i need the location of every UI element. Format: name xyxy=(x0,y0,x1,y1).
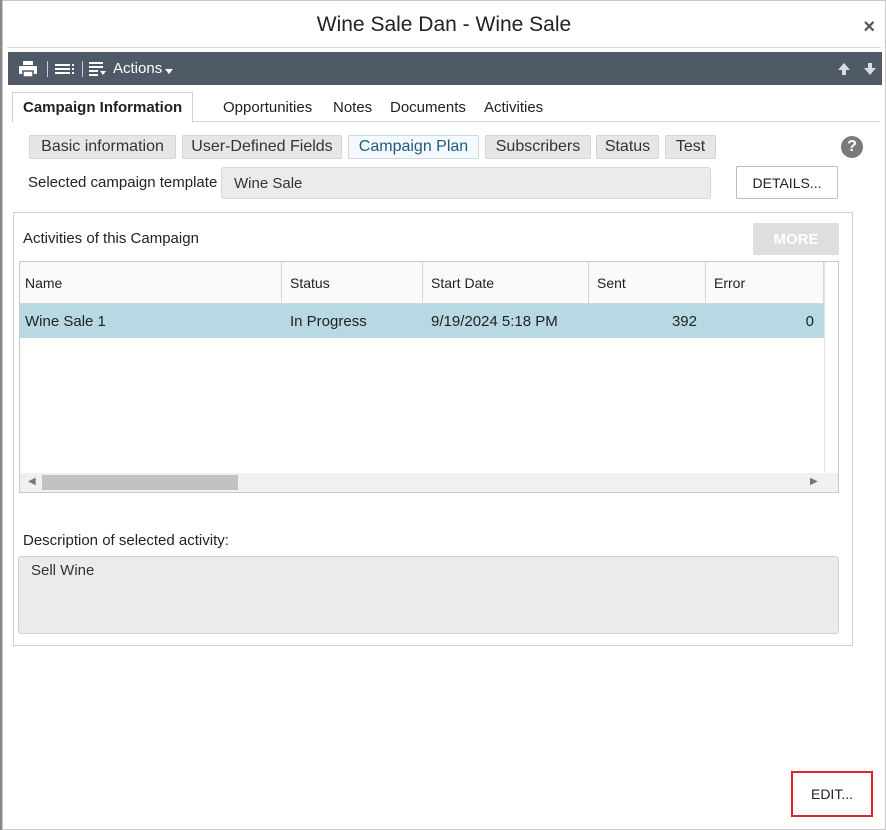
actions-list-icon xyxy=(89,61,106,76)
actions-menu-button[interactable]: Actions xyxy=(89,52,181,85)
cell-name: Wine Sale 1 xyxy=(25,312,106,330)
grid-header: Name Status Start Date Sent Error xyxy=(20,262,824,304)
subtab-basic-information[interactable]: Basic information xyxy=(29,135,176,159)
description-field: Sell Wine xyxy=(18,556,839,634)
scrollbar-thumb[interactable] xyxy=(42,475,238,490)
tab-activities[interactable]: Activities xyxy=(484,92,543,122)
cell-status: In Progress xyxy=(290,312,367,330)
dialog-title: Wine Sale Dan - Wine Sale xyxy=(316,13,572,36)
close-icon[interactable]: × xyxy=(863,17,875,37)
column-header-name[interactable]: Name xyxy=(20,262,282,303)
campaign-template-field: Wine Sale xyxy=(221,167,711,199)
tab-notes[interactable]: Notes xyxy=(333,92,372,122)
column-header-status[interactable]: Status xyxy=(282,262,423,303)
vertical-scrollbar[interactable] xyxy=(824,262,838,473)
details-button[interactable]: DETAILS... xyxy=(736,166,838,199)
cell-start-date: 9/19/2024 5:18 PM xyxy=(431,312,558,330)
subtab-status[interactable]: Status xyxy=(596,135,659,159)
description-label: Description of selected activity: xyxy=(23,532,229,549)
campaign-dialog: Wine Sale Dan - Wine Sale × Actions Camp… xyxy=(2,0,886,830)
scroll-right-icon[interactable]: ▶ xyxy=(810,476,818,487)
subtab-campaign-plan[interactable]: Campaign Plan xyxy=(348,135,479,159)
toolbar-separator xyxy=(47,61,48,77)
column-header-error[interactable]: Error xyxy=(706,262,824,303)
cell-error: 0 xyxy=(805,312,814,330)
toolbar: Actions xyxy=(8,52,882,85)
help-icon[interactable]: ? xyxy=(841,136,863,158)
tab-opportunities[interactable]: Opportunities xyxy=(223,92,312,122)
tab-campaign-information[interactable]: Campaign Information xyxy=(12,92,194,123)
subtab-test[interactable]: Test xyxy=(665,135,716,159)
printer-icon xyxy=(19,60,37,78)
main-tabs: Campaign Information Opportunities Notes… xyxy=(12,92,880,123)
chevron-down-icon xyxy=(165,68,174,74)
tab-documents[interactable]: Documents xyxy=(390,92,466,122)
subtab-user-defined-fields[interactable]: User-Defined Fields xyxy=(182,135,342,159)
cell-sent: 392 xyxy=(671,312,697,330)
subtab-subscribers[interactable]: Subscribers xyxy=(485,135,591,159)
column-header-sent[interactable]: Sent xyxy=(589,262,706,303)
move-up-button[interactable] xyxy=(834,52,854,85)
arrow-down-icon xyxy=(864,62,876,75)
more-button[interactable]: MORE xyxy=(753,223,839,255)
column-header-start-date[interactable]: Start Date xyxy=(423,262,589,303)
move-down-button[interactable] xyxy=(860,52,880,85)
activities-title: Activities of this Campaign xyxy=(23,230,199,247)
arrow-up-icon xyxy=(838,62,850,75)
scroll-left-icon[interactable]: ◀ xyxy=(28,476,36,487)
list-view-button[interactable] xyxy=(52,52,78,85)
title-divider xyxy=(7,47,881,48)
print-button[interactable] xyxy=(16,52,40,85)
toolbar-separator xyxy=(82,61,83,77)
campaign-template-label: Selected campaign template xyxy=(28,174,218,191)
table-row[interactable]: Wine Sale 1 In Progress 9/19/2024 5:18 P… xyxy=(20,304,824,338)
horizontal-scrollbar[interactable]: ◀ ▶ xyxy=(20,473,838,492)
list-icon xyxy=(55,63,74,74)
actions-label: Actions xyxy=(113,60,163,77)
activities-grid: Name Status Start Date Sent Error Wine S… xyxy=(19,261,839,493)
edit-button[interactable]: EDIT... xyxy=(791,771,873,817)
